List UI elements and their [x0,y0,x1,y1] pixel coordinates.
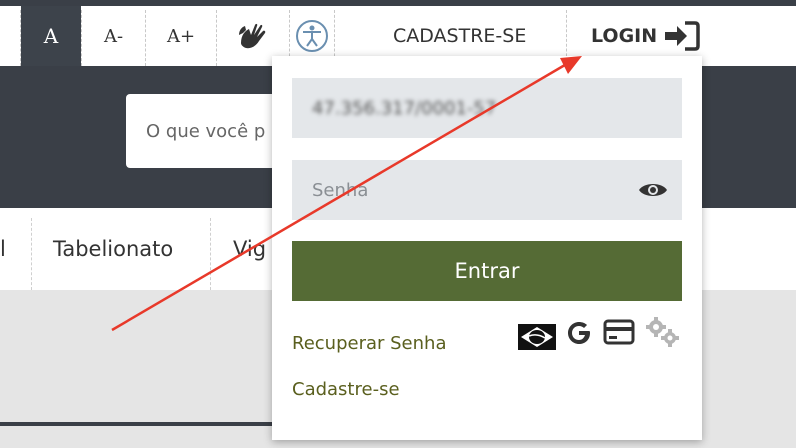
gov-br-flag-icon [518,324,556,350]
recover-password-link[interactable]: Recuperar Senha [292,333,446,354]
category-item[interactable]: Vig [233,208,266,290]
card-icon [603,319,635,345]
card-login-button[interactable] [602,318,636,346]
google-login-button[interactable] [564,318,594,348]
divider [31,218,32,290]
username-field[interactable]: 47.356.317/0001-57 [292,78,682,138]
submit-button[interactable]: Entrar [292,241,682,301]
password-field[interactable]: Senha [292,160,682,220]
settings-login-button[interactable] [644,316,682,348]
login-label: LOGIN [591,25,658,47]
google-icon [568,322,590,344]
eye-icon[interactable] [638,180,668,200]
content-divider [0,422,280,426]
accessibility-person-icon [296,20,328,52]
sign-in-icon [665,21,700,51]
font-decrease-button[interactable]: A- [82,6,145,66]
gears-icon [646,317,679,347]
hand-sign-icon [239,23,266,49]
username-value: 47.356.317/0001-57 [312,97,497,119]
gov-br-login-button[interactable] [518,324,556,350]
register-link-dropdown[interactable]: Cadastre-se [292,379,400,400]
font-increase-button[interactable]: A+ [146,6,216,66]
divider [210,218,211,290]
font-normal-button[interactable]: A [21,6,81,66]
category-item-tabelionato[interactable]: Tabelionato [53,208,173,290]
category-item[interactable]: l [0,208,6,290]
login-dropdown: 47.356.317/0001-57 Senha Entrar Recupera… [272,56,702,440]
password-placeholder: Senha [312,179,369,201]
